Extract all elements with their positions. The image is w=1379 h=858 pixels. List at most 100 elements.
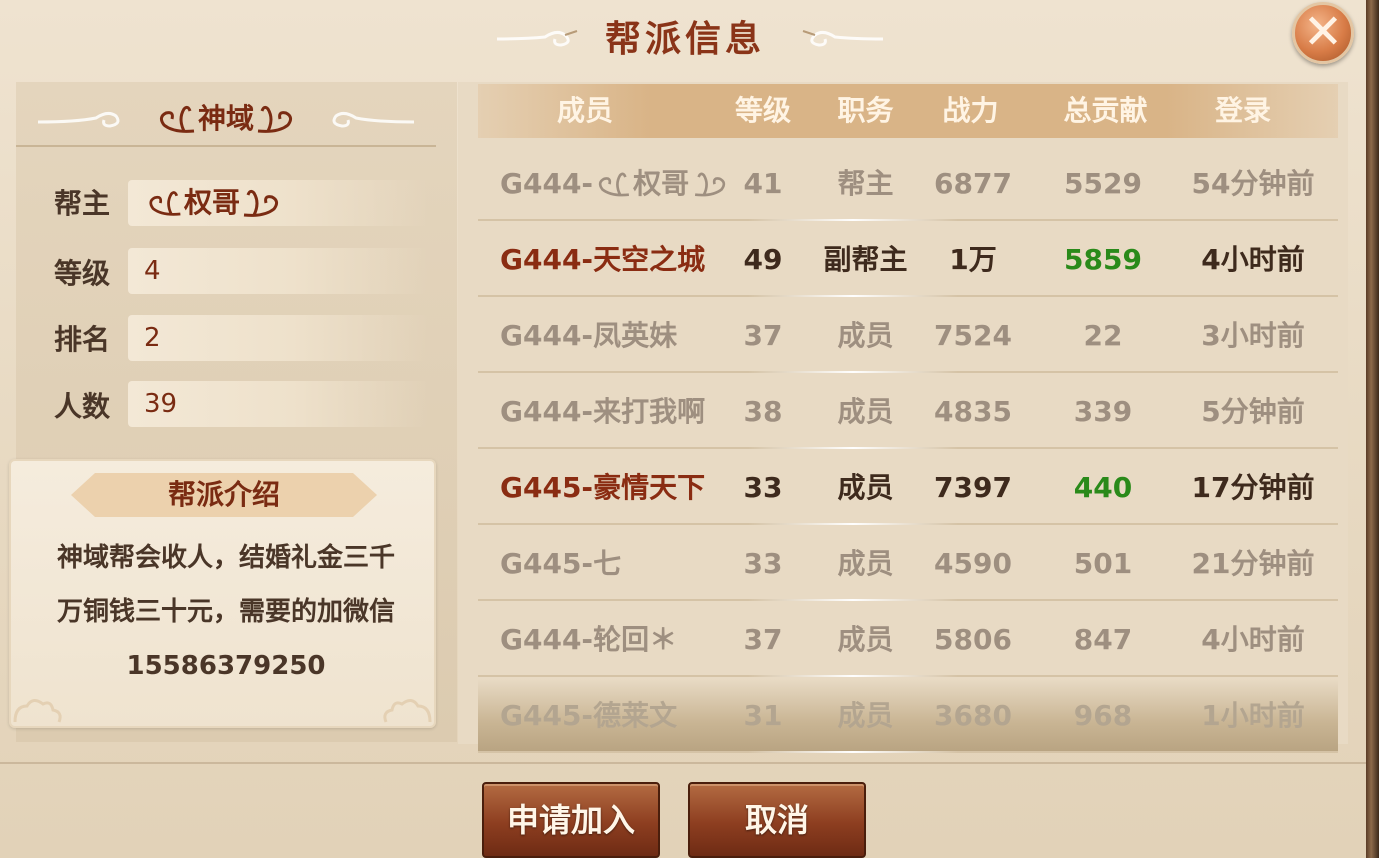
member-name: G444-天空之城: [500, 243, 706, 276]
member-role: 帮主: [837, 167, 894, 200]
member-level: 31: [743, 699, 783, 732]
member-level: 33: [743, 547, 783, 580]
member-contribution: 968: [1073, 699, 1133, 732]
member-role: 成员: [837, 471, 894, 504]
divider: [0, 762, 1366, 764]
guild-name-header: 神域: [16, 92, 436, 146]
member-last-login: 5分钟前: [1201, 395, 1305, 428]
member-contribution: 847: [1073, 623, 1133, 656]
close-icon: ✕: [1302, 4, 1344, 60]
member-level: 38: [743, 395, 783, 428]
header-level: 等级: [734, 94, 791, 127]
header-login: 登录: [1214, 94, 1271, 127]
member-last-login: 1小时前: [1201, 699, 1305, 732]
member-last-login: 17分钟前: [1191, 471, 1315, 504]
row-divider-glow: [748, 675, 958, 677]
table-row[interactable]: G444- 权哥 41 帮主 6877 5529 54分钟前: [478, 147, 1338, 221]
member-name: G444-来打我啊: [500, 395, 706, 428]
member-name: G444-轮回＊: [500, 623, 678, 656]
member-role: 副帮主: [823, 243, 908, 276]
row-divider-glow: [748, 295, 958, 297]
member-power: 7524: [934, 319, 1012, 352]
member-last-login: 3小时前: [1201, 319, 1305, 352]
member-last-login: 4小时前: [1201, 623, 1305, 656]
row-divider-glow: [748, 371, 958, 373]
member-role: 成员: [837, 699, 894, 732]
member-name: G445-七: [500, 547, 622, 580]
name-suffix-ornament-icon: [257, 105, 293, 133]
member-contribution: 440: [1073, 471, 1133, 504]
member-last-login: 4小时前: [1201, 243, 1305, 276]
member-role: 成员: [837, 395, 894, 428]
cloud-ornament-icon: [13, 699, 62, 723]
leader-suffix-ornament-icon: [243, 189, 279, 217]
table-row[interactable]: G445-德莱文 31 成员 3680 968 1小时前: [478, 679, 1338, 753]
leader-label: 帮主: [54, 187, 111, 220]
title-bar: 帮派信息: [0, 0, 1366, 70]
table-row[interactable]: G444-来打我啊 38 成员 4835 339 5分钟前: [478, 375, 1338, 449]
guild-intro-box: 帮派介绍 神域帮会收人，结婚礼金三千 万铜钱三十元，需要的加微信 1558637…: [9, 459, 436, 728]
member-power: 5806: [934, 623, 1012, 656]
row-divider-glow: [748, 599, 958, 601]
table-row[interactable]: G445-七 33 成员 4590 501 21分钟前: [478, 527, 1338, 601]
table-row[interactable]: G444-轮回＊ 37 成员 5806 847 4小时前: [478, 603, 1338, 677]
member-contribution: 5859: [1064, 243, 1142, 276]
member-prefix-ornament-icon: [598, 172, 630, 197]
cloud-ornament-icon: [383, 699, 432, 723]
member-power: 4835: [934, 395, 1012, 428]
header-contribution: 总贡献: [1063, 94, 1148, 127]
member-role: 成员: [837, 319, 894, 352]
member-power: 7397: [934, 471, 1012, 504]
member-role: 成员: [837, 623, 894, 656]
intro-text: 神域帮会收人，结婚礼金三千 万铜钱三十元，需要的加微信 15586379250: [56, 543, 395, 681]
table-row[interactable]: G444-凤英妹 37 成员 7524 22 3小时前: [478, 299, 1338, 373]
row-divider-glow: [748, 219, 958, 221]
rank-value: 2: [128, 315, 428, 361]
rank-label: 排名: [54, 323, 111, 356]
table-row[interactable]: G445-豪情天下 33 成员 7397 440 17分钟前: [478, 451, 1338, 525]
dialog-title: 帮派信息: [604, 19, 765, 60]
row-divider-glow: [748, 523, 958, 525]
member-level: 41: [743, 167, 783, 200]
close-button[interactable]: ✕: [1292, 2, 1354, 64]
member-last-login: 54分钟前: [1191, 167, 1315, 200]
member-power: 3680: [934, 699, 1012, 732]
member-name: G444-凤英妹: [500, 319, 678, 352]
header-member: 成员: [556, 94, 613, 127]
member-level: 33: [743, 471, 783, 504]
member-contribution: 5529: [1064, 167, 1142, 200]
row-divider-glow: [748, 447, 958, 449]
level-value: 4: [128, 248, 428, 294]
cancel-button[interactable]: 取消: [688, 782, 866, 858]
member-level: 49: [743, 243, 783, 276]
member-name: G445-豪情天下: [500, 471, 706, 504]
divider: [16, 145, 436, 147]
apply-join-button[interactable]: 申请加入: [482, 782, 660, 858]
header-role: 职务: [837, 94, 894, 127]
members-count-value: 39: [128, 381, 428, 427]
window-edge: [1366, 0, 1379, 858]
leader-value: 权哥: [128, 180, 428, 226]
row-divider-glow: [748, 751, 958, 753]
member-name: G444- 权哥: [500, 147, 750, 221]
member-power: 4590: [934, 547, 1012, 580]
member-contribution: 501: [1073, 547, 1133, 580]
table-row[interactable]: G444-天空之城 49 副帮主 1万 5859 4小时前: [478, 223, 1338, 297]
member-level: 37: [743, 623, 783, 656]
members-count-label: 人数: [54, 390, 111, 423]
name-prefix-ornament-icon: [159, 105, 195, 133]
right-name-ornament-icon: [332, 111, 415, 128]
member-role: 成员: [837, 547, 894, 580]
member-power: 6877: [934, 167, 1012, 200]
member-level: 37: [743, 319, 783, 352]
right-title-ornament-icon: [802, 30, 884, 47]
leader-prefix-ornament-icon: [149, 191, 181, 216]
intro-title: 帮派介绍: [167, 478, 280, 511]
member-contribution: 22: [1083, 319, 1123, 352]
member-power: 1万: [949, 243, 997, 276]
member-last-login: 21分钟前: [1191, 547, 1315, 580]
level-label: 等级: [54, 257, 111, 290]
member-contribution: 339: [1073, 395, 1133, 428]
member-name: G445-德莱文: [500, 699, 678, 732]
header-power: 战力: [942, 94, 999, 127]
